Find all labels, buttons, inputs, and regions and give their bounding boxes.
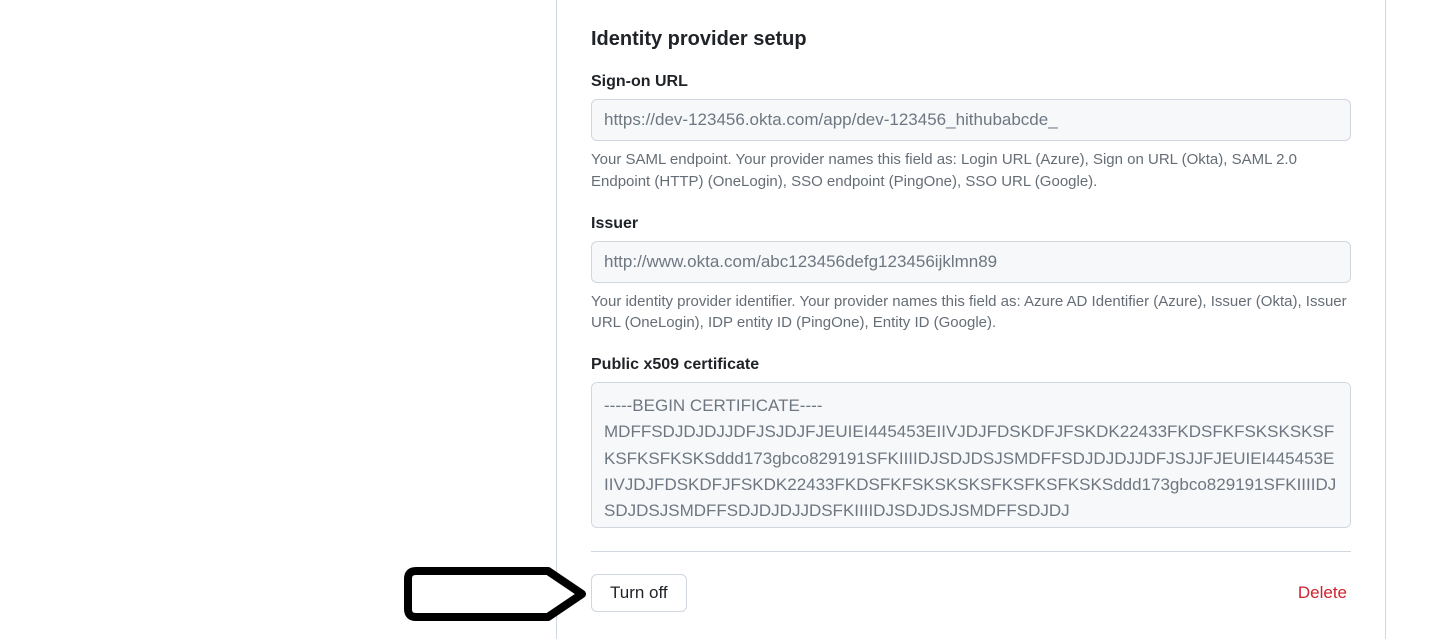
signon-url-help: Your SAML endpoint. Your provider names …	[591, 149, 1351, 193]
issuer-help: Your identity provider identifier. Your …	[591, 291, 1351, 335]
divider	[591, 551, 1351, 552]
certificate-label: Public x509 certificate	[591, 356, 1351, 374]
section-title: Identity provider setup	[591, 28, 1351, 51]
actions-row: Turn off Delete	[591, 574, 1351, 612]
issuer-label: Issuer	[591, 215, 1351, 233]
delete-button[interactable]: Delete	[1294, 575, 1351, 611]
issuer-input[interactable]	[591, 241, 1351, 283]
turn-off-button[interactable]: Turn off	[591, 574, 687, 612]
certificate-group: Public x509 certificate	[591, 356, 1351, 533]
pointer-callout	[404, 567, 586, 621]
issuer-group: Issuer Your identity provider identifier…	[591, 215, 1351, 335]
certificate-input[interactable]	[591, 382, 1351, 528]
signon-url-input[interactable]	[591, 99, 1351, 141]
signon-url-group: Sign-on URL Your SAML endpoint. Your pro…	[591, 73, 1351, 193]
identity-provider-panel: Identity provider setup Sign-on URL Your…	[556, 0, 1386, 639]
signon-url-label: Sign-on URL	[591, 73, 1351, 91]
